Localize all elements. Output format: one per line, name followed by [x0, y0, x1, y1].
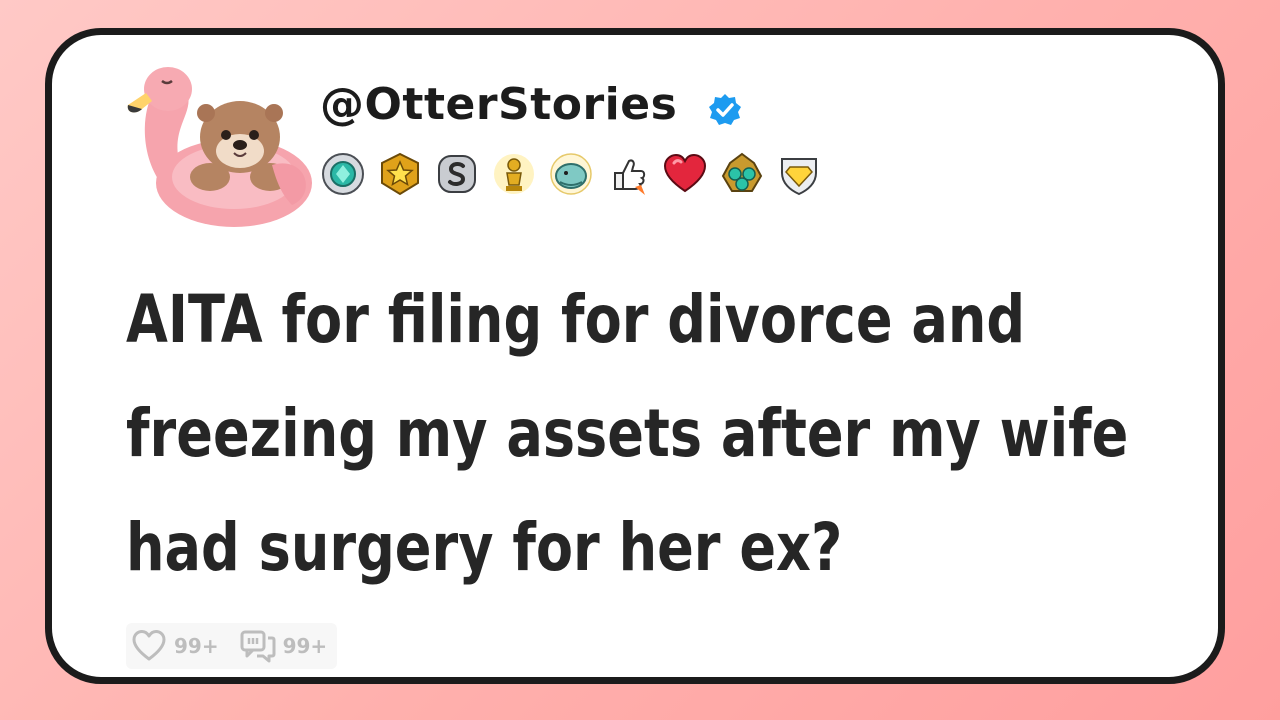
- wave-creature-icon: [550, 153, 592, 195]
- post-card: @OtterStories AITA for filing for divorc…: [45, 28, 1225, 684]
- post-title-line: had surgery for her ex?: [126, 509, 843, 586]
- heart-icon[interactable]: [130, 627, 168, 665]
- diamond-shield-icon: [781, 158, 817, 196]
- star-badge-icon: [381, 152, 419, 196]
- comments-count: 99+: [282, 634, 328, 658]
- post-title-line: AITA for filing for divorce and: [126, 281, 1026, 358]
- comment-icon[interactable]: [239, 627, 277, 665]
- otter-flamingo-avatar-icon: [127, 67, 312, 227]
- engagement-stats: 99+ 99+: [126, 623, 338, 669]
- username[interactable]: @OtterStories: [320, 83, 677, 127]
- post-title: AITA for filing for divorce and freezing…: [126, 263, 1129, 605]
- trophy-figure-icon: [494, 154, 534, 194]
- likes-count: 99+: [174, 634, 219, 658]
- s-coin-badge-icon: [438, 155, 476, 193]
- triple-gem-crest-icon: [721, 152, 763, 192]
- post-title-line: freezing my assets after my wife: [126, 395, 1129, 472]
- heart-badge-icon: [663, 153, 707, 193]
- award-badges: [320, 151, 822, 197]
- verified-badge-icon: [709, 94, 741, 125]
- thumbs-up-rocket-icon: [614, 159, 646, 195]
- gem-medal-icon: [322, 153, 364, 195]
